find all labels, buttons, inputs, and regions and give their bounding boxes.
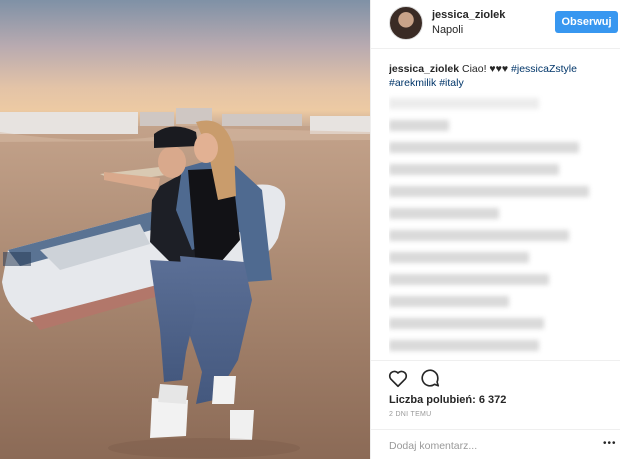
blurred-comment	[389, 318, 544, 329]
post-actions: Liczba polubień: 6 372 2 DNI TEMU •••	[371, 360, 620, 461]
hashtag-italy[interactable]: #italy	[439, 77, 464, 89]
likes-count[interactable]: Liczba polubień: 6 372	[389, 394, 506, 406]
comment-input[interactable]	[389, 438, 589, 454]
blurred-comment	[389, 296, 509, 307]
comments-section: jessica_ziolek Ciao! ♥♥♥ #jessicaZstyle …	[389, 62, 617, 360]
caption-text: Ciao! ♥♥♥	[461, 63, 509, 75]
blurred-comment	[389, 252, 529, 263]
blurred-comment	[389, 142, 579, 153]
post-timestamp[interactable]: 2 DNI TEMU	[389, 411, 432, 418]
blurred-comment	[389, 98, 539, 109]
blurred-comment	[389, 274, 549, 285]
caption-username[interactable]: jessica_ziolek	[389, 63, 459, 75]
avatar[interactable]	[389, 6, 423, 40]
more-options-icon[interactable]: •••	[603, 438, 617, 449]
post-details-panel: jessica_ziolek Napoli Obserwuj jessica_z…	[370, 0, 620, 459]
heart-icon[interactable]	[387, 367, 409, 389]
beach-photo-illustration	[0, 108, 370, 459]
hashtag-arekmilik[interactable]: #arekmilik	[389, 77, 436, 89]
post-caption: jessica_ziolek Ciao! ♥♥♥ #jessicaZstyle …	[389, 62, 617, 90]
post-photo[interactable]	[0, 0, 370, 459]
blurred-comment	[389, 120, 449, 131]
post-location[interactable]: Napoli	[432, 24, 463, 36]
blurred-comment	[389, 230, 569, 241]
blurred-comment	[389, 208, 499, 219]
post-header: jessica_ziolek Napoli Obserwuj	[371, 0, 620, 49]
comment-bubble-icon[interactable]	[419, 367, 441, 389]
hashtag-jessicazstyle[interactable]: #jessicaZstyle	[511, 63, 577, 75]
author-username[interactable]: jessica_ziolek	[432, 9, 505, 21]
blurred-comment	[389, 186, 589, 197]
follow-button[interactable]: Obserwuj	[555, 11, 618, 33]
add-comment-bar: •••	[371, 429, 620, 462]
blurred-comment	[389, 340, 539, 351]
blurred-comment	[389, 164, 559, 175]
